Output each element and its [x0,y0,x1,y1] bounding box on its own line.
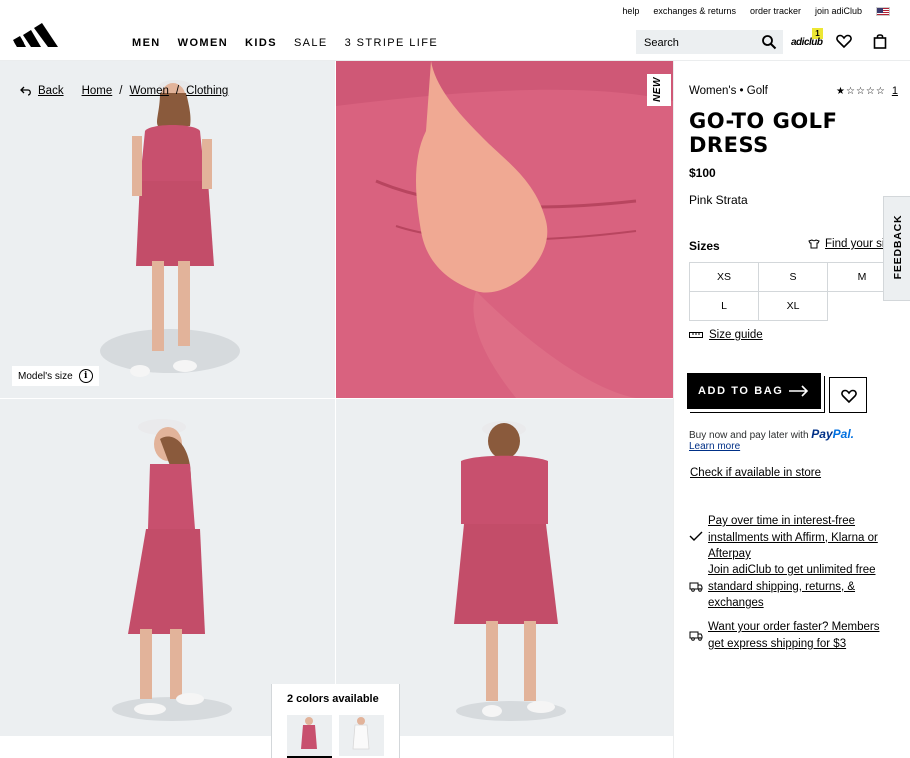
feedback-label: FEEDBACK [892,214,904,280]
white-dress-thumbnail [352,717,370,750]
breadcrumb-women[interactable]: Women [129,85,168,97]
utility-links: help exchanges & returns order tracker j… [608,6,890,16]
breadcrumb-clothing[interactable]: Clothing [186,85,228,97]
info-icon: i [78,369,93,383]
star-filled-icon: ★ [836,85,845,97]
nav-sale[interactable]: SALE [294,37,328,49]
size-option-xs[interactable]: XS [689,262,759,292]
nav-women[interactable]: WOMEN [178,37,228,49]
model-front-illustration [100,80,240,377]
delivery-truck-icon [689,582,703,592]
adiclub-button[interactable]: 1 adiclub [791,28,827,50]
color-variants: 2 colors available [271,684,400,758]
search-icon[interactable] [761,34,777,50]
exchanges-returns-link[interactable]: exchanges & returns [653,6,736,16]
breadcrumb-separator: / [175,85,180,97]
product-title: GO-TO GOLF DRESS [689,109,838,157]
nav-men[interactable]: MEN [132,37,161,49]
paypal-logo-part2: Pal. [832,427,855,441]
shirt-icon [808,239,820,249]
size-option-l[interactable]: L [689,291,759,321]
color-swatch-pink[interactable] [287,715,332,758]
paypal-message: Buy now and pay later with PayPal. [689,427,854,441]
breadcrumb-back[interactable]: Back [38,85,64,97]
shopping-bag-icon[interactable] [872,33,888,49]
size-guide-label: Size guide [709,329,763,341]
rating-stars[interactable]: ★ ☆ ☆ ☆ ☆ 1 [836,85,898,97]
new-badge-label: NEW [651,77,663,102]
checkmark-icon [689,531,703,541]
adidas-logo[interactable] [13,18,59,48]
add-to-bag-button[interactable]: ADD TO BAG [687,373,825,413]
rating-count-link[interactable]: 1 [892,85,898,97]
nav-kids[interactable]: KIDS [245,37,277,49]
star-empty-icon: ☆ [845,85,855,97]
size-option-xl[interactable]: XL [758,291,828,321]
product-price: $100 [689,166,716,180]
breadcrumb-home[interactable]: Home [82,85,113,97]
add-to-wishlist-button[interactable] [829,377,867,413]
product-image-pocket-detail[interactable] [336,61,673,398]
help-link[interactable]: help [622,6,639,16]
model-size-button[interactable]: Model's size i [12,366,99,386]
color-swatch-white[interactable] [339,715,384,758]
adiclub-logo: adiclub [791,37,823,48]
arrow-right-icon [789,385,809,397]
ruler-icon [689,332,703,338]
product-info-panel: Women's • Golf ★ ☆ ☆ ☆ ☆ 1 GO-TO GOLF DR… [673,61,910,758]
perk-express-shipping-link[interactable]: Want your order faster? Members get expr… [708,619,898,652]
product-category: Women's • Golf [689,85,768,97]
perk-free-shipping-link[interactable]: Join adiClub to get unlimited free stand… [708,562,898,612]
new-badge: NEW [647,74,671,106]
product-color-name: Pink Strata [689,193,748,207]
back-arrow-icon[interactable] [20,86,32,96]
pocket-closeup-illustration [336,61,673,398]
model-size-label: Model's size [18,370,73,382]
star-empty-icon: ☆ [875,85,885,97]
site-header: help exchanges & returns order tracker j… [0,0,910,61]
paypal-learn-more-link[interactable]: Learn more [689,441,740,452]
heart-icon [841,389,857,404]
search-input[interactable]: Search [636,30,783,54]
wishlist-heart-icon[interactable] [836,33,852,49]
size-option-s[interactable]: S [758,262,828,292]
paypal-text: Buy now and pay later with [689,430,809,441]
breadcrumb-separator: / [119,85,123,97]
pink-dress-thumbnail [301,717,317,749]
delivery-truck-icon [689,631,703,641]
feedback-tab[interactable]: FEEDBACK [883,196,910,301]
nav-3-stripe-life[interactable]: 3 STRIPE LIFE [345,37,438,49]
add-to-bag-label: ADD TO BAG [698,385,784,397]
star-empty-icon: ☆ [855,85,865,97]
paypal-logo: PayPal. [811,427,854,441]
main-nav: MEN WOMEN KIDS SALE 3 STRIPE LIFE [132,37,438,49]
breadcrumb: Back Home / Women / Clothing [20,85,228,97]
order-tracker-link[interactable]: order tracker [750,6,801,16]
paypal-logo-part1: Pay [811,427,833,441]
search-placeholder: Search [644,37,679,49]
us-flag-icon[interactable] [876,7,890,16]
sizes-label: Sizes [689,239,720,253]
colors-available-label: 2 colors available [287,693,379,705]
size-guide-link[interactable]: Size guide [689,329,763,341]
product-image-front[interactable] [0,61,335,398]
check-store-availability-link[interactable]: Check if available in store [690,467,821,479]
star-empty-icon: ☆ [865,85,875,97]
join-adiclub-link[interactable]: join adiClub [815,6,862,16]
perk-installments-link[interactable]: Pay over time in interest-free installme… [708,513,898,563]
